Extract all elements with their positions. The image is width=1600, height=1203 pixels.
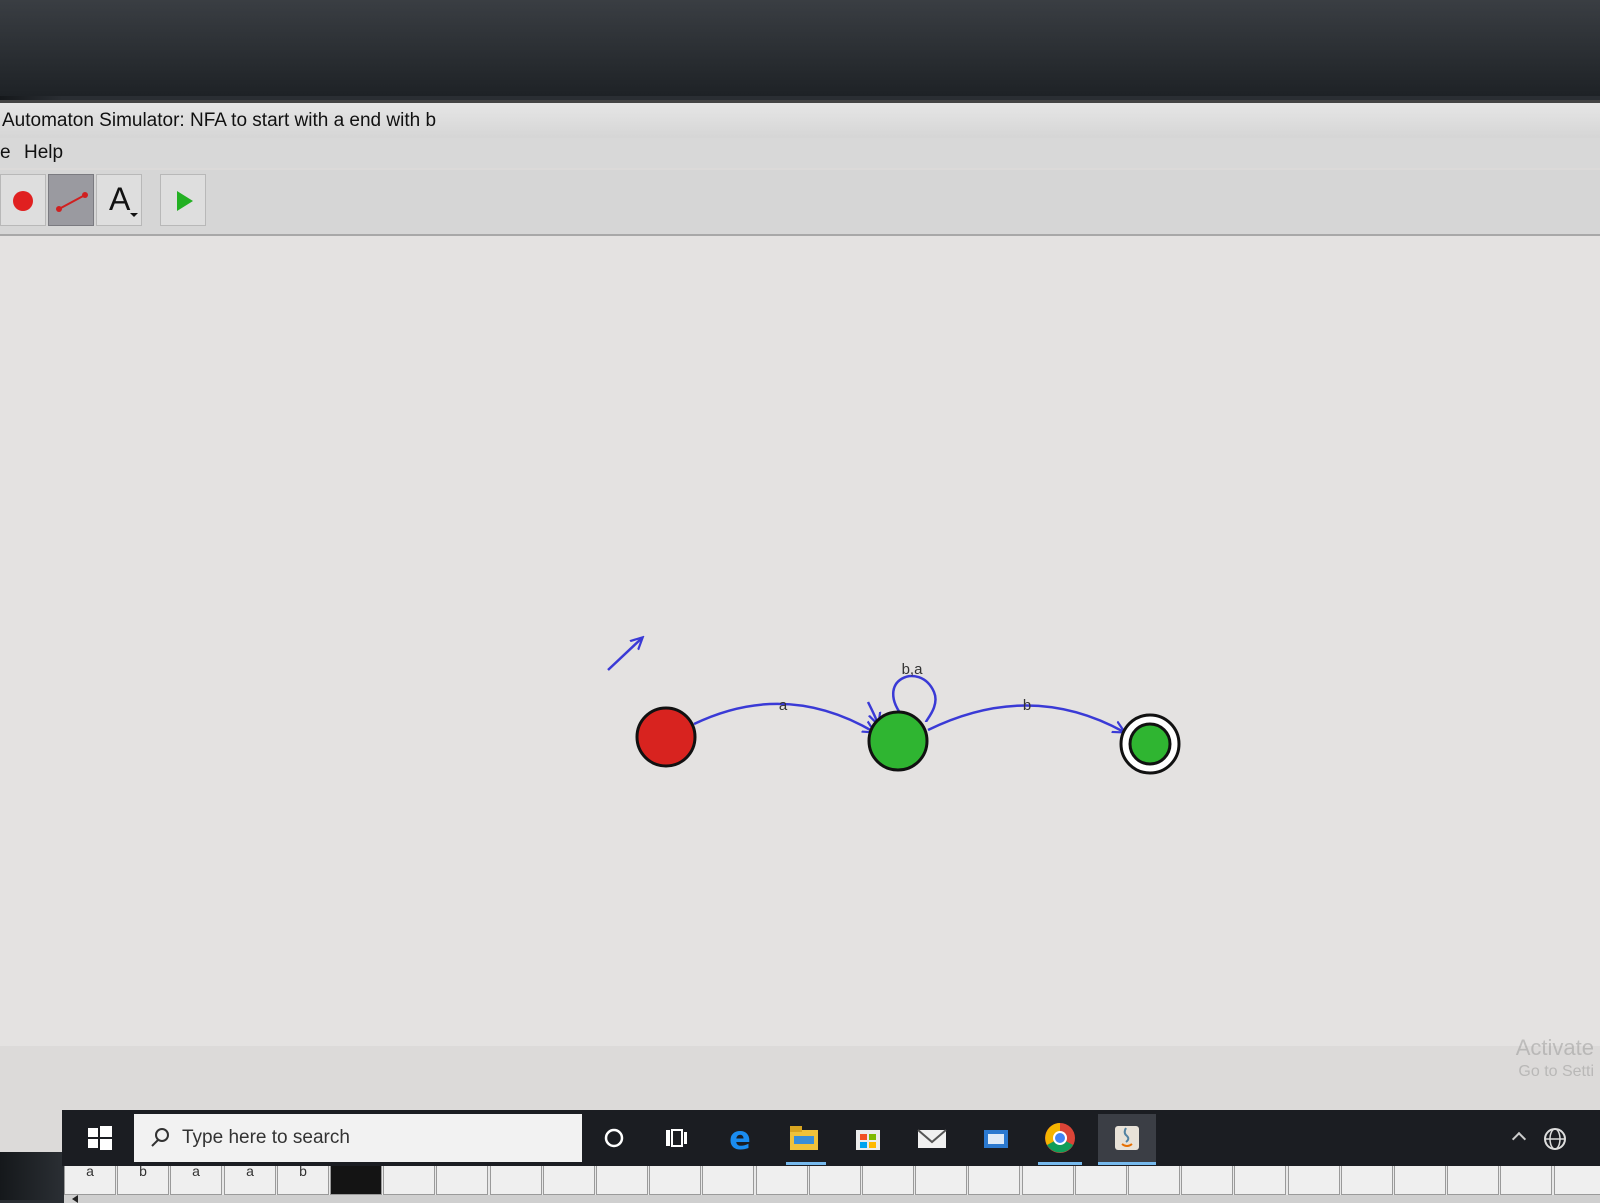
app-icon[interactable]	[978, 1120, 1014, 1156]
state-tool-button[interactable]	[0, 174, 46, 226]
task-view-icon[interactable]	[658, 1120, 694, 1156]
transition-label-a: a	[779, 697, 788, 714]
svg-text:e: e	[729, 1120, 751, 1156]
dropdown-arrow-icon	[130, 213, 138, 217]
state-q1[interactable]	[867, 710, 929, 772]
state-q0-start[interactable]	[635, 706, 697, 768]
automaton-canvas[interactable]: a b,a b	[0, 236, 1600, 1046]
windows-start-icon[interactable]	[82, 1120, 118, 1156]
search-icon	[151, 1128, 169, 1147]
network-icon[interactable]	[1542, 1126, 1568, 1152]
watermark-line2: Go to Setti	[1518, 1063, 1594, 1080]
windows-taskbar: Type here to search e	[62, 1110, 1600, 1166]
watermark-line1: Activate	[1515, 1035, 1594, 1060]
menu-help[interactable]: Help	[24, 138, 63, 168]
cortana-icon[interactable]	[596, 1120, 632, 1156]
monitor-bezel-top	[0, 0, 1600, 96]
transition-label-b: b	[1023, 697, 1031, 714]
transition-tool-icon	[56, 192, 88, 212]
toolbar: A	[0, 170, 1600, 236]
chrome-icon[interactable]	[1042, 1120, 1078, 1156]
chrome-active-indicator	[1038, 1162, 1082, 1165]
java-active-indicator	[1098, 1162, 1156, 1165]
window-title: Automaton Simulator: NFA to start with a…	[0, 100, 1600, 139]
transition-tool-button[interactable]	[48, 174, 94, 226]
scroll-left-icon[interactable]	[72, 1195, 78, 1203]
mail-icon[interactable]	[914, 1120, 950, 1156]
menubar: e Help	[0, 138, 1600, 168]
store-icon[interactable]	[850, 1120, 886, 1156]
state-tool-icon	[13, 191, 33, 211]
start-arrow	[607, 638, 642, 671]
menu-file[interactable]: e	[0, 138, 11, 168]
state-q2-final[interactable]	[1128, 722, 1172, 766]
tape-scrollbar[interactable]	[64, 1195, 1600, 1203]
java-app-tile[interactable]	[1098, 1114, 1156, 1162]
java-icon	[1115, 1126, 1139, 1150]
edge-icon[interactable]: e	[722, 1120, 758, 1156]
transition-label-b-a: b,a	[902, 661, 924, 678]
run-button[interactable]	[160, 174, 206, 226]
explorer-active-indicator	[786, 1162, 826, 1165]
app-window: Automaton Simulator: NFA to start with a…	[0, 100, 1600, 1203]
text-tool-button[interactable]: A	[96, 174, 142, 226]
text-tool-icon: A	[109, 181, 131, 217]
taskbar-search[interactable]: Type here to search	[134, 1114, 582, 1162]
play-icon	[177, 191, 193, 211]
activate-windows-watermark: Activate Go to Setti	[1516, 1036, 1594, 1084]
automaton-graph[interactable]: a b,a b	[0, 236, 1600, 1046]
tray-chevron-icon[interactable]	[1511, 1131, 1527, 1147]
search-placeholder: Type here to search	[182, 1127, 350, 1148]
file-explorer-icon[interactable]	[786, 1120, 822, 1156]
